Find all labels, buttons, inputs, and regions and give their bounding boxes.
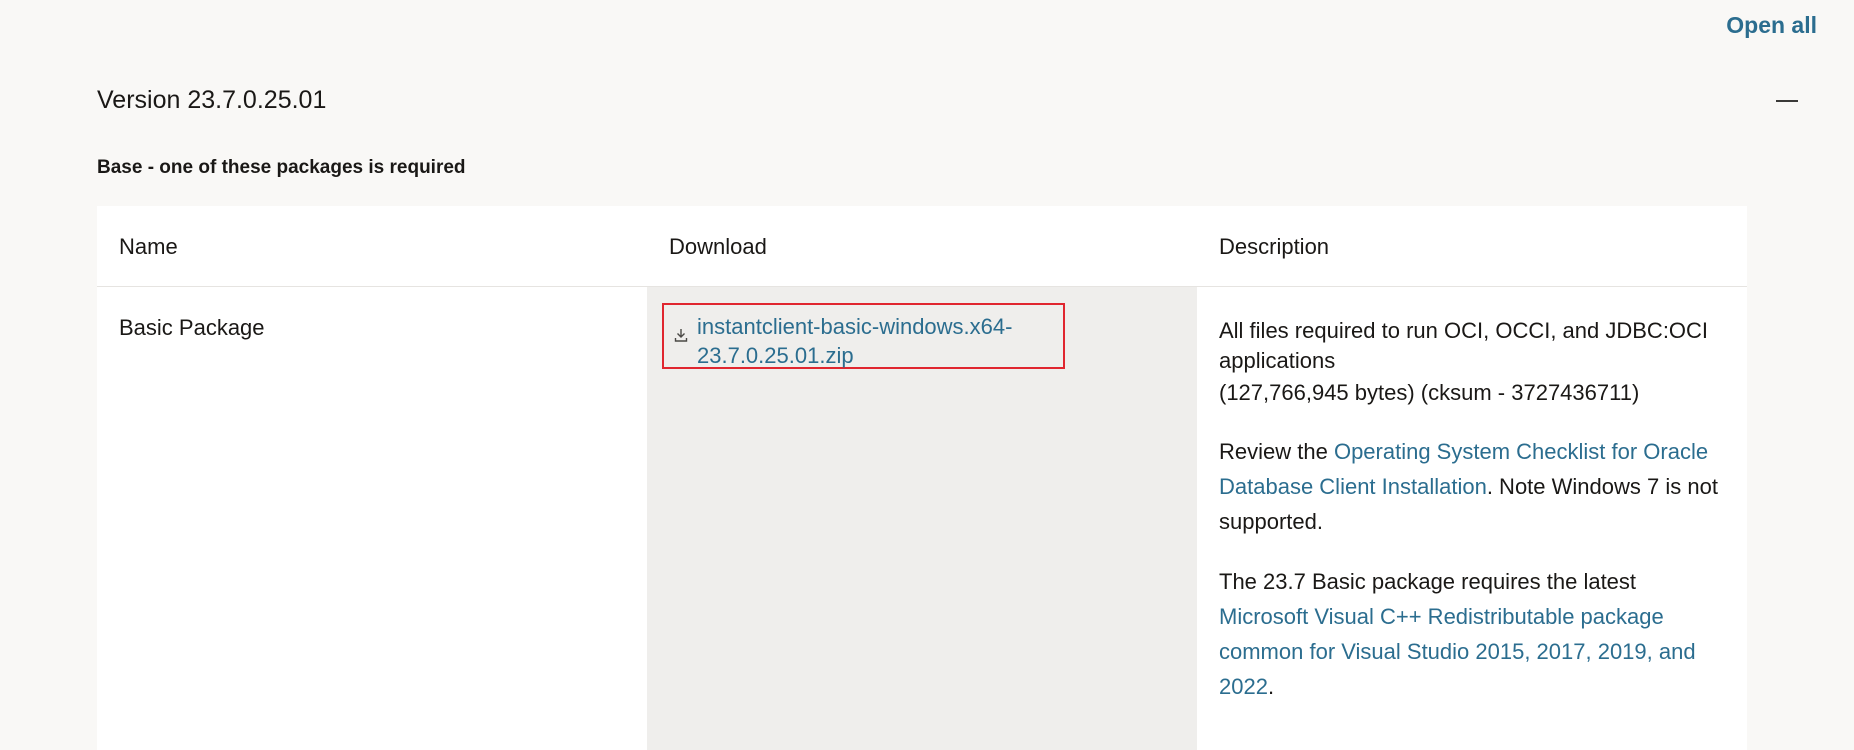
download-cell: instantclient-basic-windows.x64-23.7.0.2… [647, 287, 1197, 750]
section-heading: Base - one of these packages is required [97, 157, 466, 178]
vc-suffix: . [1267, 674, 1275, 699]
packages-table: Name Download Description Basic Package … [97, 206, 1747, 750]
vc-redist-paragraph: The 23.7 Basic package requires the late… [1219, 564, 1729, 704]
description-text: All files required to run OCI, OCCI, and… [1219, 318, 1709, 373]
package-description: All files required to run OCI, OCCI, and… [1219, 316, 1729, 704]
open-all-link[interactable]: Open all [1726, 12, 1817, 39]
review-paragraph: Review the Operating System Checklist fo… [1219, 434, 1729, 539]
download-icon[interactable] [673, 327, 689, 343]
minus-icon[interactable] [1776, 100, 1798, 102]
file-size: (127,766,945 bytes) (cksum - 3727436711) [1219, 380, 1640, 405]
column-header-download: Download [669, 234, 767, 259]
package-name: Basic Package [119, 315, 265, 340]
download-link[interactable]: instantclient-basic-windows.x64-23.7.0.2… [697, 312, 1047, 370]
table-header: Name Download Description [97, 206, 1747, 287]
column-header-description: Description [1219, 234, 1330, 259]
version-title: Version 23.7.0.25.01 [97, 86, 327, 114]
description-summary: All files required to run OCI, OCCI, and… [1219, 316, 1729, 408]
column-header-name: Name [119, 234, 178, 259]
vc-prefix: The 23.7 Basic package requires the late… [1219, 569, 1637, 594]
vc-redist-link[interactable]: Microsoft Visual C++ Redistributable pac… [1219, 604, 1696, 699]
review-prefix: Review the [1219, 439, 1334, 464]
